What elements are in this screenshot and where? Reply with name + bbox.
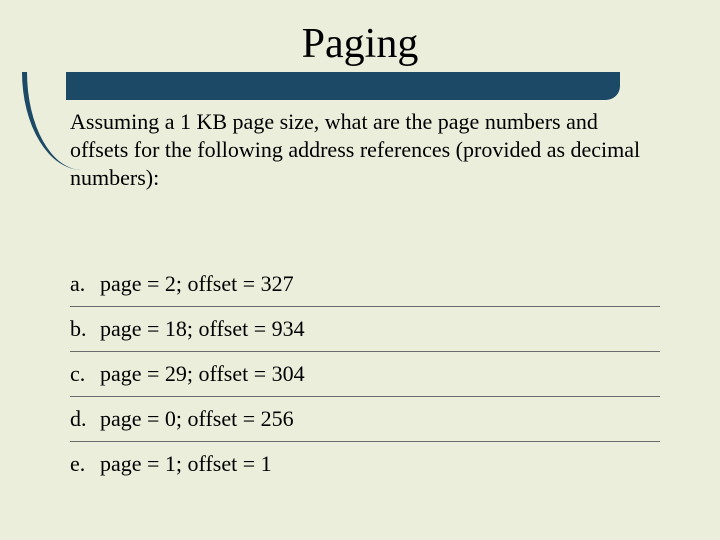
list-marker: e.	[70, 451, 100, 477]
slide-title: Paging	[302, 21, 419, 67]
list-item: c. page = 29; offset = 304	[70, 352, 660, 397]
list-marker: a.	[70, 271, 100, 297]
list-item: d. page = 0; offset = 256	[70, 397, 660, 442]
title-decor-band	[66, 72, 620, 100]
answer-list: a. page = 2; offset = 327 b. page = 18; …	[70, 262, 660, 486]
intro-text: Assuming a 1 KB page size, what are the …	[70, 108, 660, 192]
list-text: page = 1; offset = 1	[100, 451, 272, 477]
list-text: page = 18; offset = 934	[100, 316, 305, 342]
list-text: page = 2; offset = 327	[100, 271, 294, 297]
list-marker: b.	[70, 316, 100, 342]
list-marker: d.	[70, 406, 100, 432]
list-item: b. page = 18; offset = 934	[70, 307, 660, 352]
list-marker: c.	[70, 361, 100, 387]
title-area: Paging	[0, 20, 720, 68]
slide: Paging Assuming a 1 KB page size, what a…	[0, 0, 720, 540]
list-text: page = 0; offset = 256	[100, 406, 294, 432]
list-item: e. page = 1; offset = 1	[70, 442, 660, 486]
list-text: page = 29; offset = 304	[100, 361, 305, 387]
list-item: a. page = 2; offset = 327	[70, 262, 660, 307]
